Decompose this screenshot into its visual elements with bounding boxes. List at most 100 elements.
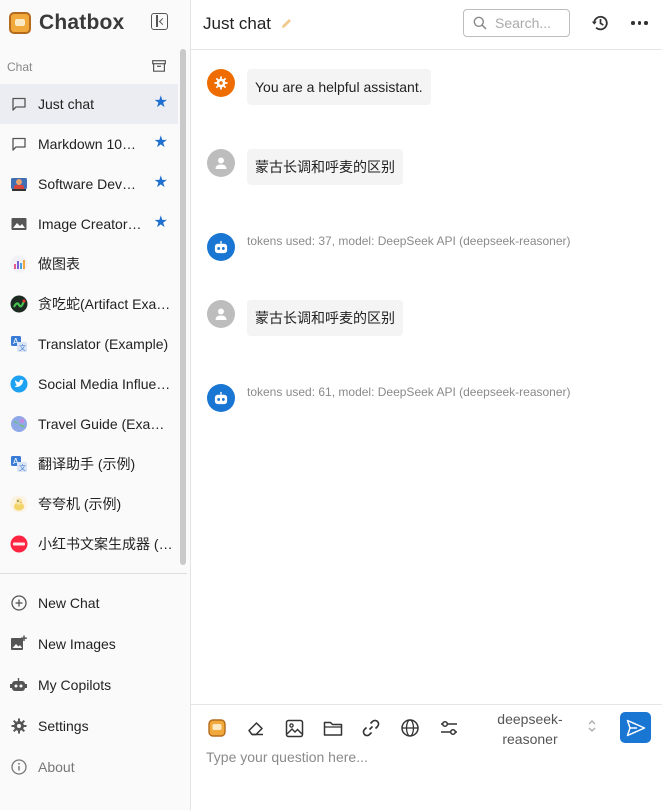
chat-item-translate-assistant[interactable]: A文 翻译助手 (示例) [0,444,178,484]
robot-icon [214,240,228,253]
star-icon[interactable]: ★ [154,215,168,231]
message-assistant[interactable]: tokens used: 37, model: DeepSeek API (de… [207,233,571,261]
twitter-avatar-icon [10,375,28,393]
duck-avatar-icon [10,495,28,513]
chat-item-label: Travel Guide (Example) [38,416,175,432]
section-title: Chat [7,60,33,74]
system-avatar [207,69,235,97]
search-icon [473,16,487,30]
token-usage-text: tokens used: 37, model: DeepSeek API (de… [247,234,571,248]
robot-icon [10,676,27,693]
chat-item-snake[interactable]: 贪吃蛇(Artifact Example) [0,284,178,324]
user-avatar [207,300,235,328]
star-icon[interactable]: ★ [154,95,168,111]
chat-item-just-chat[interactable]: Just chat ★ [0,84,178,124]
chat-item-label: 做图表 [38,256,80,272]
collapse-sidebar-icon[interactable] [151,13,168,30]
person-icon [215,308,227,320]
message-assistant[interactable]: tokens used: 61, model: DeepSeek API (de… [207,384,571,412]
message-bubble: 蒙古长调和呼麦的区别 [247,300,403,336]
link-icon [363,719,380,737]
globe-icon [401,719,419,737]
sidebar-divider [0,573,187,574]
more-options-icon[interactable] [631,21,648,25]
model-selector[interactable]: deepseek- reasoner [482,709,578,749]
assistant-avatar [207,384,235,412]
svg-text:文: 文 [19,463,26,472]
svg-text:文: 文 [19,343,26,352]
folder-icon [323,721,343,736]
search-box[interactable] [463,9,570,37]
xiaohongshu-avatar-icon [10,535,28,553]
chart-avatar-icon [10,255,28,273]
search-input[interactable] [495,15,565,31]
menu-item-label: Settings [38,717,89,734]
chat-list: Just chat ★ Markdown 101 (Example) ★ Sof… [0,84,178,564]
person-icon [215,157,227,169]
chat-settings-button[interactable] [437,716,461,740]
about-button[interactable]: About [0,746,187,787]
chat-item-travel-guide[interactable]: Travel Guide (Example) [0,404,178,444]
message-input[interactable] [206,749,646,799]
attach-file-button[interactable] [321,716,345,740]
chat-item-translator[interactable]: A文 Translator (Example) [0,324,178,364]
chat-item-label: Software Developer (Example) [38,176,143,192]
globe-avatar-icon [10,415,28,433]
menu-item-label: New Chat [38,594,100,611]
developer-avatar-icon [10,175,28,193]
chat-item-image-creator[interactable]: Image Creator (Example) ★ [0,204,178,244]
app-name: Chatbox [39,11,125,34]
attach-image-button[interactable] [282,716,306,740]
settings-button[interactable]: Settings [0,705,187,746]
translator-avatar-icon: A文 [10,455,28,473]
token-usage-text: tokens used: 61, model: DeepSeek API (de… [247,385,571,399]
gear-icon [10,717,27,734]
clear-context-button[interactable] [244,716,268,740]
send-button[interactable] [620,712,651,743]
model-name-line1: deepseek- [497,711,563,727]
snake-avatar-icon [10,295,28,313]
chat-item-label: 贪吃蛇(Artifact Example) [38,296,175,312]
chat-item-label: Image Creator (Example) [38,216,143,232]
history-icon[interactable] [590,13,610,33]
info-icon [10,758,27,775]
image-icon [10,215,28,233]
new-images-button[interactable]: New Images [0,623,187,664]
star-icon[interactable]: ★ [154,175,168,191]
copilot-button[interactable] [205,716,229,740]
chat-item-label: 翻译助手 (示例) [38,456,136,472]
brand: Chatbox [9,9,124,37]
my-copilots-button[interactable]: My Copilots [0,664,187,705]
chat-item-make-chart[interactable]: 做图表 [0,244,178,284]
main-panel: Just chat You are a helpful assistant. [191,0,662,810]
chat-item-markdown-101[interactable]: Markdown 101 (Example) ★ [0,124,178,164]
sidebar-scrollbar[interactable] [180,49,186,565]
attach-link-button[interactable] [359,716,383,740]
chat-item-label: Social Media Influencer (Example) [38,376,175,392]
message-system[interactable]: You are a helpful assistant. [207,69,431,105]
user-avatar [207,149,235,177]
chat-item-label: Translator (Example) [38,336,169,352]
chat-item-social-media[interactable]: Social Media Influencer (Example) [0,364,178,404]
new-chat-button[interactable]: New Chat [0,582,187,623]
message-user[interactable]: 蒙古长调和呼麦的区别 [207,300,403,336]
sliders-icon [440,720,457,736]
translator-avatar-icon: A文 [10,335,28,353]
assistant-avatar [207,233,235,261]
chat-item-xiaohongshu[interactable]: 小红书文案生成器 (示例) [0,524,178,564]
eraser-icon [247,722,263,736]
sidebar-menu: New Chat New Images My Copilots Settings… [0,582,187,787]
model-name-line2: reasoner [502,731,558,747]
edit-title-icon[interactable] [280,17,293,30]
chat-item-praise-bot[interactable]: 夸夸机 (示例) [0,484,178,524]
message-user[interactable]: 蒙古长调和呼麦的区别 [207,149,403,185]
composer: deepseek- reasoner [191,704,662,810]
add-image-icon [10,635,27,652]
web-search-button[interactable] [398,716,422,740]
sidebar: Chatbox Chat Just chat ★ Markdown 101 (E… [0,0,191,810]
archive-icon[interactable] [152,60,166,72]
header: Just chat [191,0,662,50]
chat-item-software-developer[interactable]: Software Developer (Example) ★ [0,164,178,204]
select-arrows-icon[interactable] [587,719,597,733]
star-icon[interactable]: ★ [154,135,168,151]
